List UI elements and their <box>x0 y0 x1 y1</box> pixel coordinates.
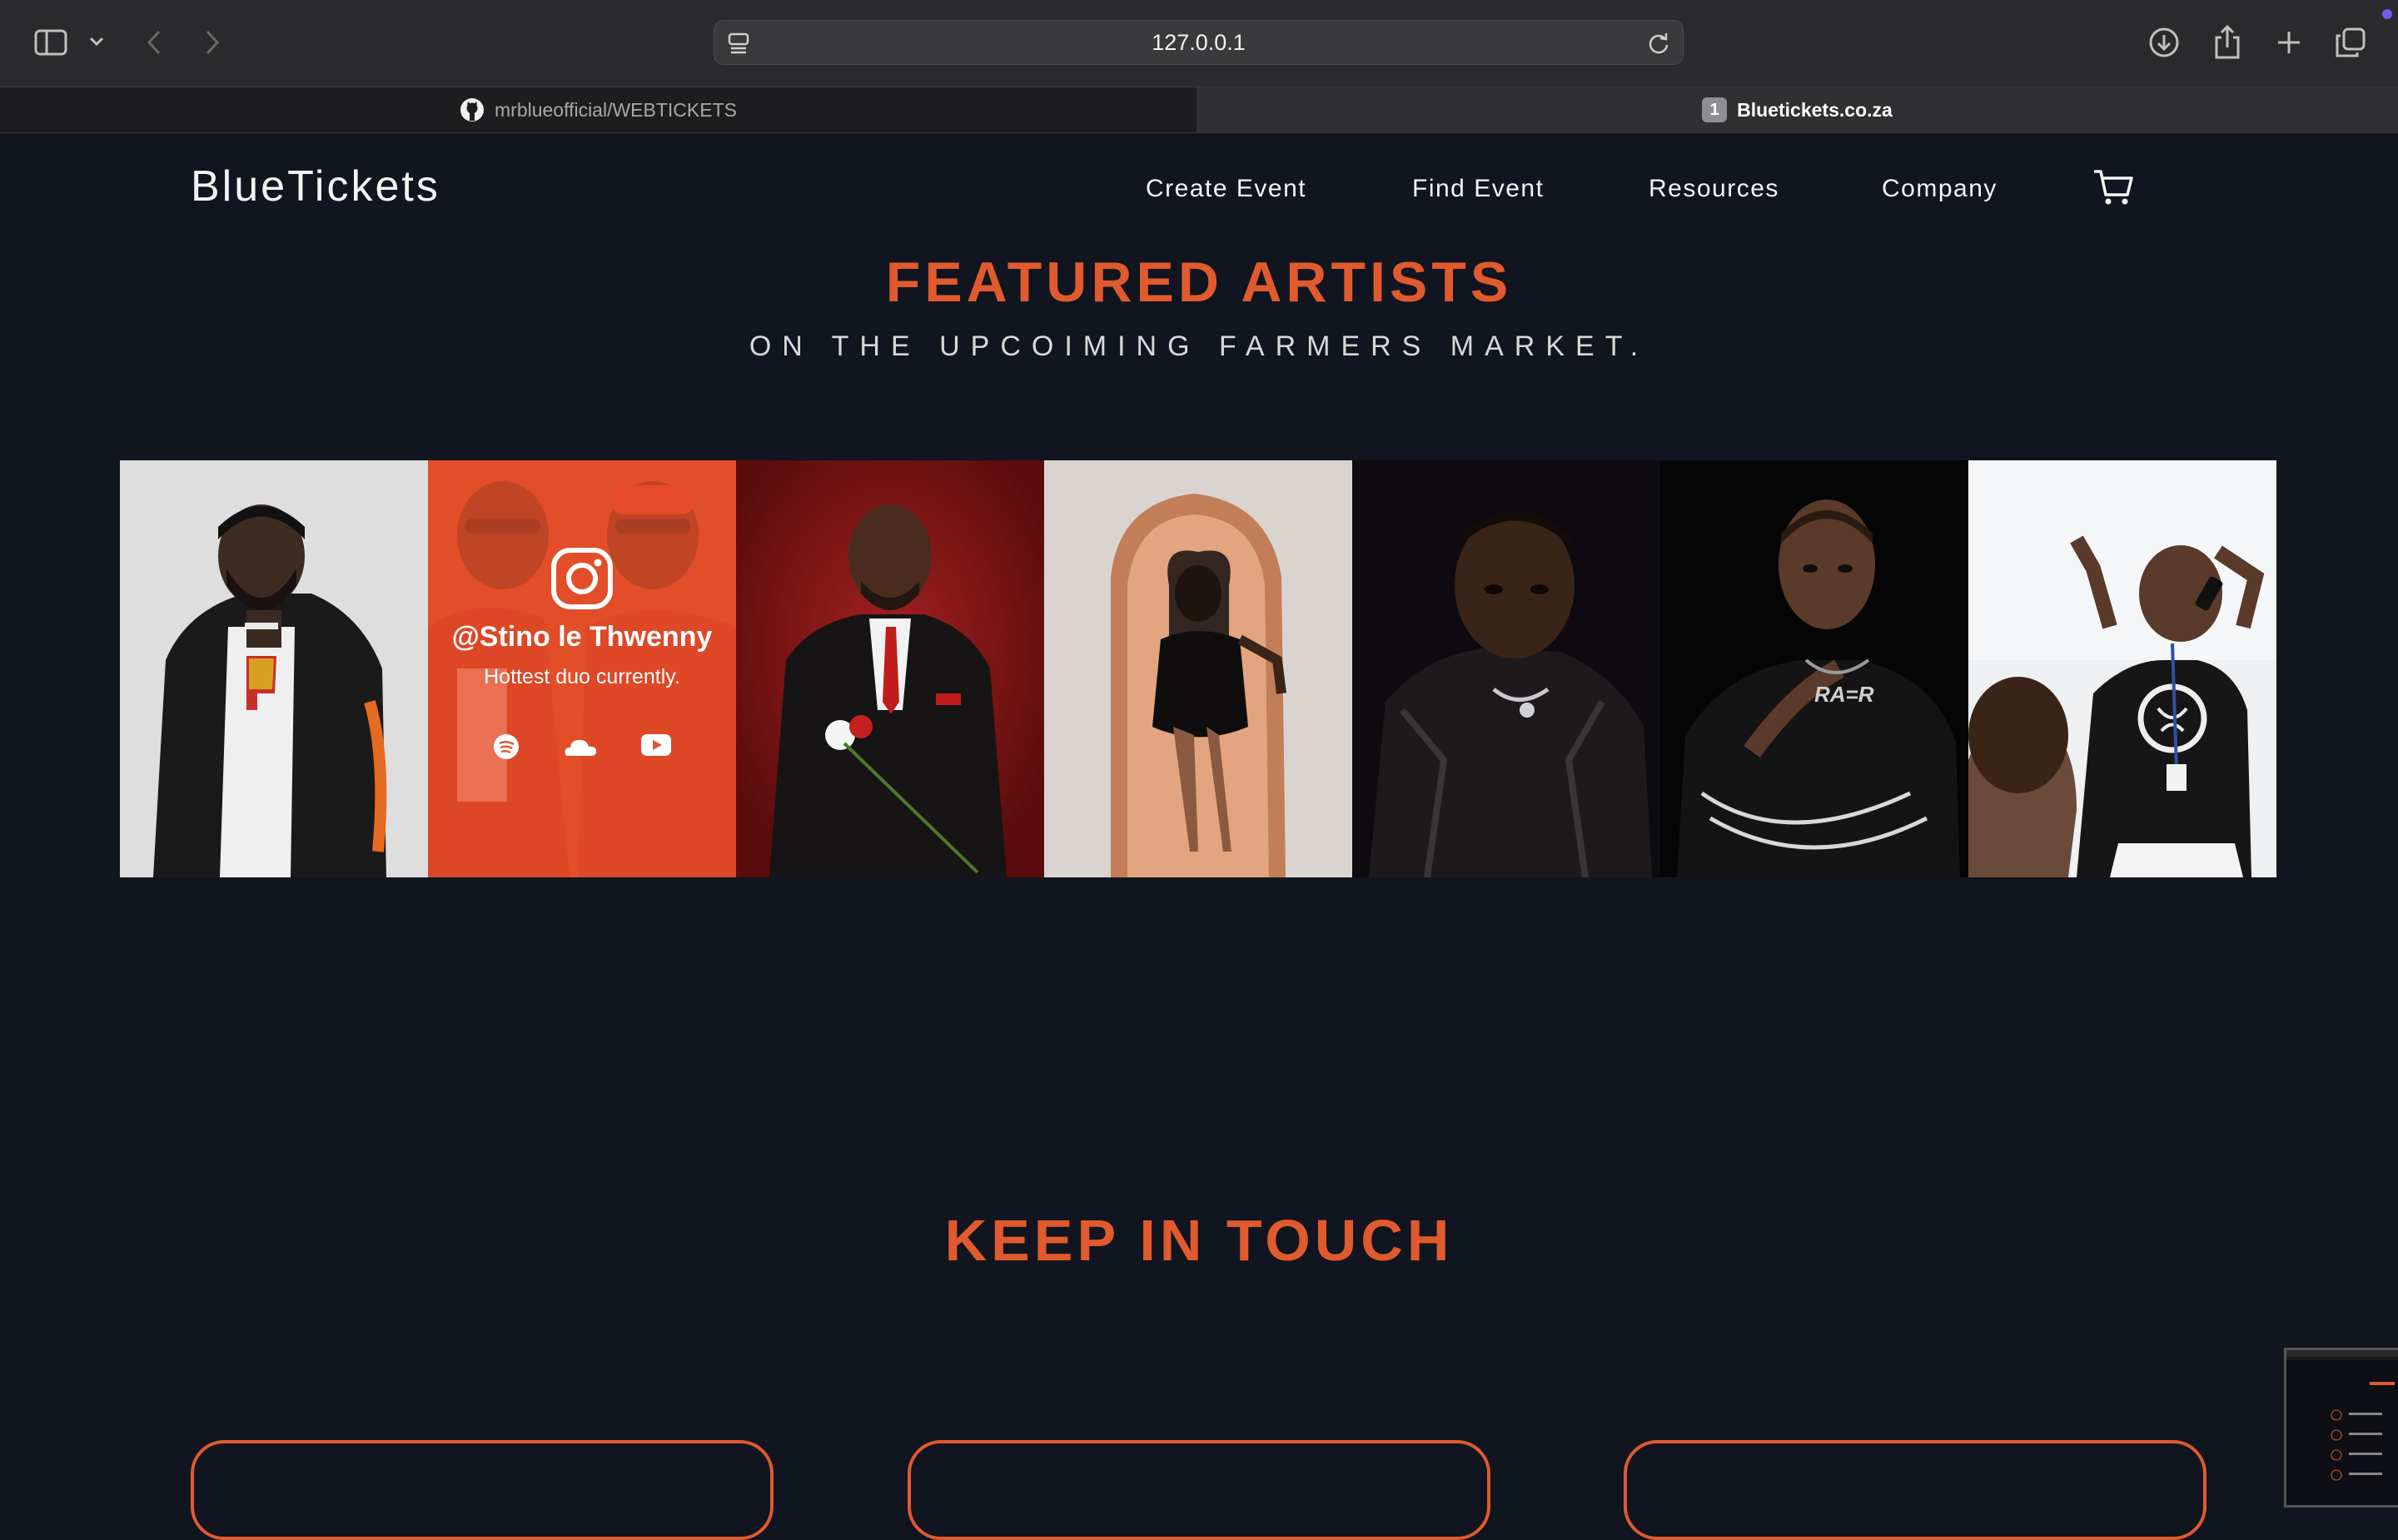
artist-overlay: @Stino le Thwenny Hottest duo currently. <box>428 460 736 877</box>
tab-label: Bluetickets.co.za <box>1737 98 1893 121</box>
page-content: BlueTickets Create Event Find Event Reso… <box>0 133 2398 1540</box>
artist-photo-6[interactable]: RA=R <box>1660 460 1968 877</box>
back-icon[interactable] <box>142 27 167 58</box>
nav-create-event[interactable]: Create Event <box>1146 175 1306 203</box>
social-icons <box>492 733 672 765</box>
spotify-icon[interactable] <box>492 733 520 765</box>
share-icon[interactable] <box>2210 23 2245 60</box>
artist-photo-7[interactable] <box>1968 460 2276 877</box>
artist-photo-1[interactable] <box>120 460 428 877</box>
tab-bar: mrblueofficial/WEBTICKETS 1 Bluetickets.… <box>0 87 2398 133</box>
tab-overview-icon[interactable] <box>2333 25 2368 60</box>
svg-text:RA=R: RA=R <box>1814 682 1874 707</box>
artist-handle: @Stino le Thwenny <box>451 621 713 653</box>
nav-company[interactable]: Company <box>1882 175 1998 203</box>
artist-photo-3[interactable] <box>736 460 1044 877</box>
featured-subtitle: ON THE UPCOIMING FARMERS MARKET. <box>749 330 1649 362</box>
cart-icon[interactable] <box>2092 168 2134 211</box>
url-text: 127.0.0.1 <box>1152 30 1246 55</box>
github-icon <box>460 97 485 122</box>
reload-icon[interactable] <box>1646 31 1671 56</box>
artist-gallery: @Stino le Thwenny Hottest duo currently. <box>120 460 2278 877</box>
tab-github[interactable]: mrblueofficial/WEBTICKETS <box>0 87 1197 132</box>
youtube-icon[interactable] <box>640 733 672 765</box>
forward-icon[interactable] <box>200 27 225 58</box>
soundcloud-icon[interactable] <box>562 733 599 765</box>
notification-dot <box>2382 9 2392 19</box>
window-preview-thumbnail[interactable] <box>2284 1348 2398 1508</box>
contact-title: KEEP IN TOUCH <box>944 1208 1454 1273</box>
instagram-icon[interactable] <box>550 547 614 614</box>
artist-photo-2[interactable]: @Stino le Thwenny Hottest duo currently. <box>428 460 736 877</box>
nav-resources[interactable]: Resources <box>1649 175 1779 203</box>
artist-caption: Hottest duo currently. <box>484 665 680 688</box>
tab-badge: 1 <box>1702 97 1728 122</box>
nav-find-event[interactable]: Find Event <box>1412 175 1544 203</box>
address-bar[interactable]: 127.0.0.1 <box>714 20 1684 65</box>
chevron-down-icon[interactable] <box>87 32 107 52</box>
site-logo[interactable]: BlueTickets <box>191 161 440 211</box>
artist-photo-4[interactable] <box>1044 460 1352 877</box>
downloads-icon[interactable] <box>2147 25 2182 60</box>
tab-label: mrblueofficial/WEBTICKETS <box>495 98 737 121</box>
contact-card-2[interactable] <box>908 1440 1490 1540</box>
featured-title: FEATURED ARTISTS <box>885 251 1513 314</box>
sidebar-toggle-icon[interactable] <box>33 27 68 58</box>
browser-toolbar: 127.0.0.1 <box>0 0 2398 87</box>
contact-card-3[interactable] <box>1624 1440 2206 1540</box>
artist-photo-5[interactable] <box>1352 460 1660 877</box>
new-tab-icon[interactable] <box>2271 25 2306 60</box>
contact-card-1[interactable] <box>191 1440 774 1540</box>
tab-bluetickets[interactable]: 1 Bluetickets.co.za <box>1197 87 2398 132</box>
